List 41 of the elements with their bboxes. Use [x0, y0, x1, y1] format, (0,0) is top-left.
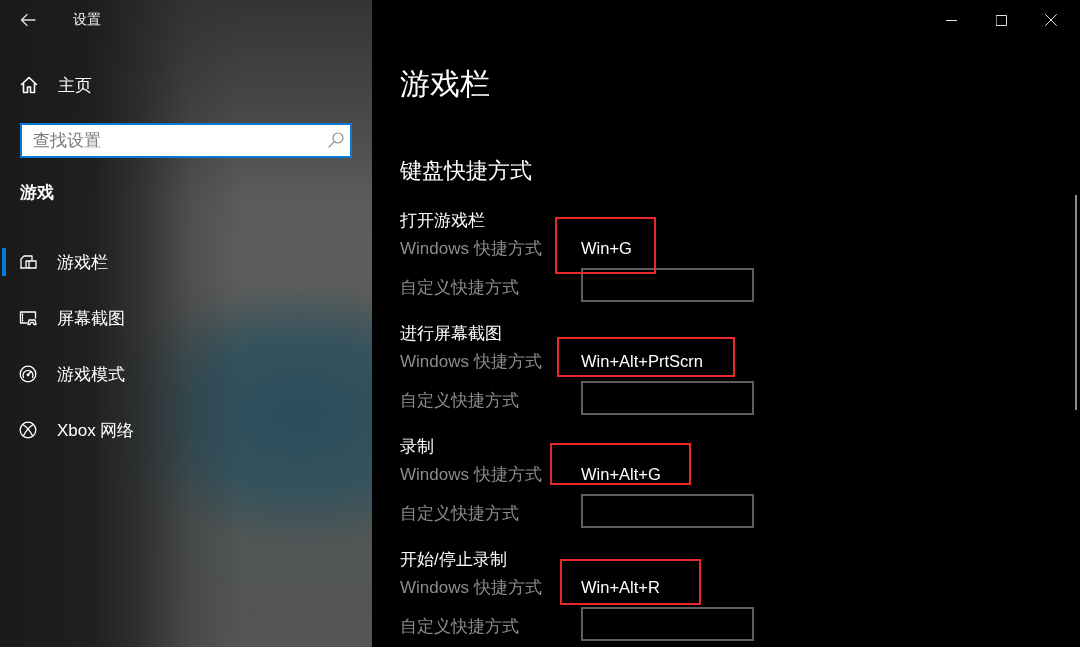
xbox-logo-icon — [19, 421, 37, 439]
maximize-icon — [995, 14, 1007, 26]
nav-item[interactable]: Xbox 网络 — [0, 402, 372, 458]
home-icon — [20, 76, 38, 94]
window-title: 设置 — [73, 11, 101, 29]
action-label: 打开游戏栏 — [400, 210, 485, 231]
custom-shortcut-label: 自定义快捷方式 — [400, 389, 520, 412]
custom-shortcut-label: 自定义快捷方式 — [400, 502, 520, 525]
back-arrow-icon — [20, 13, 36, 27]
custom-shortcut-field[interactable] — [581, 494, 754, 528]
action-label: 录制 — [400, 436, 434, 457]
shortcut-label: Windows 快捷方式 — [400, 463, 543, 486]
category-heading: 游戏 — [20, 182, 54, 204]
custom-shortcut-field[interactable] — [581, 381, 754, 415]
shortcut-value: Win+G — [581, 238, 632, 258]
gauge-icon — [19, 365, 37, 383]
custom-shortcut-label: 自定义快捷方式 — [400, 276, 520, 299]
action-label: 开始/停止录制 — [400, 549, 507, 570]
shortcut-label: Windows 快捷方式 — [400, 576, 543, 599]
nav-item[interactable]: 游戏模式 — [0, 346, 372, 402]
action-label: 进行屏幕截图 — [400, 323, 502, 344]
nav-item[interactable]: 游戏栏 — [0, 234, 372, 290]
home-link[interactable]: 主页 — [20, 60, 92, 110]
section-heading: 键盘快捷方式 — [400, 157, 532, 185]
page-title: 游戏栏 — [400, 66, 490, 102]
close-icon — [1045, 14, 1057, 26]
custom-shortcut-field[interactable] — [581, 607, 754, 641]
screen-gamepad-icon — [19, 310, 37, 326]
shortcut-label: Windows 快捷方式 — [400, 350, 543, 373]
scrollbar[interactable] — [1075, 195, 1077, 410]
shortcut-label: Windows 快捷方式 — [400, 237, 543, 260]
search-icon — [328, 132, 344, 148]
shortcut-value: Win+Alt+R — [581, 577, 660, 597]
nav-item[interactable]: 屏幕截图 — [0, 290, 372, 346]
overlapping-panels-icon — [19, 254, 37, 270]
custom-shortcut-label: 自定义快捷方式 — [400, 615, 520, 638]
shortcut-value: Win+Alt+PrtScrn — [581, 351, 703, 371]
minimize-icon — [945, 19, 957, 21]
search-field[interactable]: 查找设置 — [20, 123, 352, 158]
custom-shortcut-field[interactable] — [581, 268, 754, 302]
shortcut-value: Win+Alt+G — [581, 464, 661, 484]
